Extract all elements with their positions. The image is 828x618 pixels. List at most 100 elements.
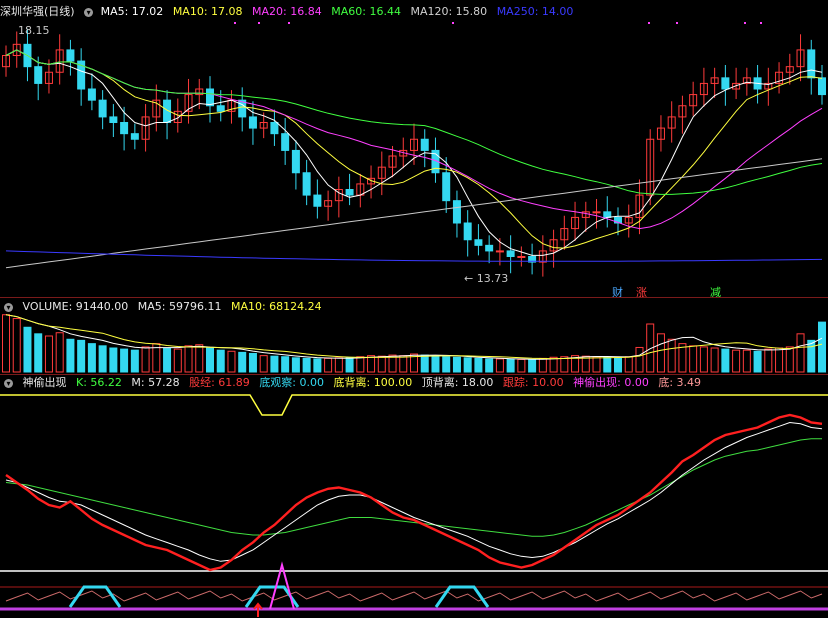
ma60-line	[5, 49, 823, 195]
candle-body	[34, 66, 43, 84]
volume-bar	[163, 347, 172, 373]
volume-bar	[452, 356, 461, 373]
candle-body	[206, 88, 214, 107]
ma250-line	[5, 250, 823, 262]
volume-bar	[66, 338, 75, 373]
volume-bar	[227, 350, 236, 373]
volume-bar	[420, 354, 429, 373]
volume-bar	[721, 348, 730, 373]
volume-bar	[206, 347, 214, 373]
volume-bar	[775, 347, 784, 373]
k-line	[5, 413, 823, 572]
volume-bar	[281, 356, 290, 373]
volume-bar	[485, 358, 494, 373]
signal-dot	[744, 22, 746, 24]
volume-panel: ▾ VOLUME: 91440.00 MA5: 59796.11 MA10: 6…	[0, 298, 828, 374]
volume-header: ▾ VOLUME: 91440.00 MA5: 59796.11 MA10: 6…	[0, 300, 328, 314]
candle-body	[98, 99, 107, 118]
genzong-signal	[68, 585, 122, 608]
ma120-value: MA120: 15.80	[410, 5, 488, 18]
volume-bar	[259, 355, 268, 373]
volume-bar	[753, 350, 762, 373]
candle-body	[130, 133, 139, 140]
candle-body	[603, 211, 612, 218]
volume-bar	[248, 352, 257, 373]
volume-bar	[87, 343, 96, 373]
volume-bar	[538, 357, 547, 373]
volume-bar	[603, 356, 612, 373]
volume-bar	[34, 333, 43, 373]
volume-bar	[785, 346, 794, 373]
k-value: K: 56.22	[76, 376, 122, 389]
candle-body	[495, 250, 504, 253]
volume-bar	[732, 349, 741, 373]
price-chart[interactable]	[0, 0, 828, 297]
di-value: 底: 3.49	[658, 376, 702, 389]
volume-bar	[270, 355, 279, 373]
candle-body	[345, 189, 354, 196]
volume-ma5-line	[5, 314, 823, 360]
volume-bar	[109, 347, 118, 373]
volume-bar	[442, 356, 451, 373]
m-value: M: 57.28	[131, 376, 180, 389]
candle-body	[452, 200, 461, 224]
candle-body	[281, 133, 290, 151]
volume-bar	[495, 358, 504, 373]
volume-bar	[699, 346, 708, 373]
candle-body	[442, 172, 451, 202]
volume-bar	[216, 349, 225, 373]
candle-body	[216, 105, 225, 112]
signal-dot	[760, 22, 762, 24]
price-panel: 深圳华强(日线) ▾ MA5: 17.02 MA10: 17.08 MA20: …	[0, 0, 828, 299]
volume-bar	[302, 357, 311, 373]
volume-bar	[549, 356, 558, 373]
candle-body	[302, 172, 311, 196]
m-line	[5, 421, 823, 562]
ma10-value: MA10: 17.08	[172, 5, 243, 18]
candle-body	[506, 250, 515, 258]
candle-body	[485, 244, 494, 252]
ma250-value: MA250: 14.00	[496, 5, 574, 18]
volume-bar	[345, 357, 354, 373]
settings-icon[interactable]: ▾	[4, 302, 13, 312]
indicator-panel: ▾ 神偷出现 K: 56.22 M: 57.28 股经: 61.89 底观察: …	[0, 375, 828, 618]
candle-body	[87, 88, 96, 101]
candle-body	[109, 116, 118, 123]
volume-bar	[431, 355, 440, 373]
indicator-chart[interactable]	[0, 375, 828, 618]
volume-bar	[313, 358, 322, 373]
volume-bar	[528, 359, 537, 373]
indicator-name: 神偷出现	[22, 376, 67, 389]
diguancha-value: 底观察: 0.00	[259, 376, 325, 389]
volume-bar	[291, 357, 300, 373]
volume-ma5: MA5: 59796.11	[137, 300, 222, 313]
volume-bar	[377, 355, 386, 373]
volume-value: VOLUME: 91440.00	[22, 300, 129, 313]
volume-bar	[130, 349, 139, 373]
volume-bar	[77, 339, 86, 373]
candle-body	[420, 138, 429, 151]
volume-bar	[710, 347, 719, 373]
volume-bar	[463, 357, 472, 373]
price-header: 深圳华强(日线) ▾ MA5: 17.02 MA10: 17.08 MA20: …	[0, 5, 579, 19]
volume-bar	[796, 333, 805, 373]
volume-bar	[184, 345, 193, 373]
candle-body	[474, 239, 483, 246]
volume-bar	[764, 348, 773, 373]
volume-bar	[818, 321, 826, 373]
signal-dot	[288, 22, 290, 24]
candle-body	[721, 77, 730, 90]
volume-ma10-line	[5, 314, 823, 360]
candle-body	[807, 49, 816, 79]
di-line	[5, 590, 823, 602]
ma5-value: MA5: 17.02	[100, 5, 164, 18]
stock-title: 深圳华强(日线)	[0, 5, 75, 18]
volume-bar	[399, 355, 408, 373]
dibeili-value: 底背离: 100.00	[333, 376, 413, 389]
high-price-label: 18.15	[18, 24, 50, 37]
volume-bar	[742, 349, 751, 373]
settings-icon[interactable]: ▾	[84, 7, 94, 17]
candle-body	[313, 194, 322, 207]
settings-icon[interactable]: ▾	[4, 378, 13, 388]
candle-body	[120, 122, 129, 135]
